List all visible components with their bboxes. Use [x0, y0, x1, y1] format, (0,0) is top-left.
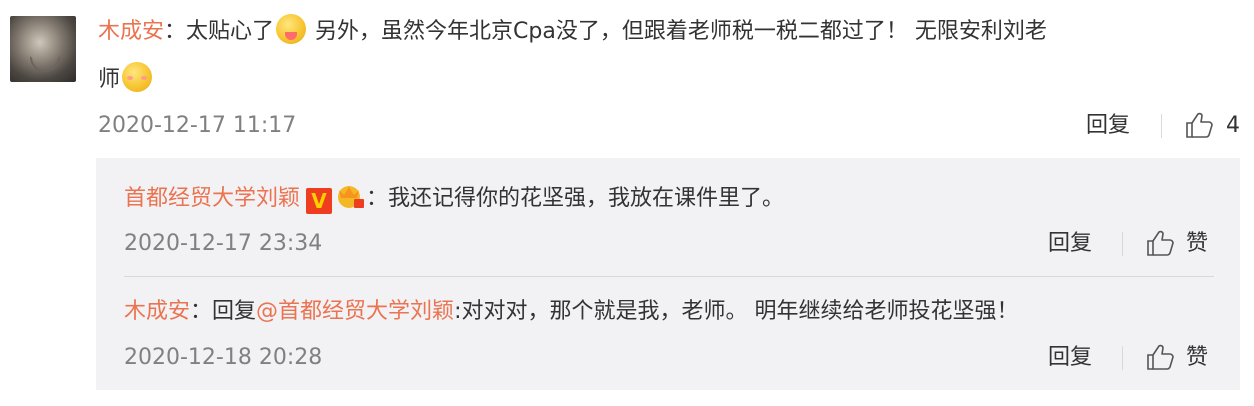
tongue-emoji-icon [276, 14, 307, 44]
action-separator [1122, 232, 1123, 256]
comment-text-part2: 另外，虽然今年北京Cpa没了，但跟着老师税一税二都过了！ 无限安利刘老 [308, 19, 1047, 44]
sub-reply-2-colon: ： [190, 299, 213, 324]
sub-reply-2-text: 木成安：回复@首都经贸大学刘颖:对对对，那个就是我，老师。 明年继续给老师投花坚… [124, 296, 1018, 328]
sub-reply-1-text: 首都经贸大学刘颖 V ：我还记得你的花坚强，我放在课件里了。 [124, 182, 784, 215]
thumbs-up-icon[interactable] [1184, 110, 1214, 140]
sub-reply-divider [124, 276, 1214, 277]
comment-text-line1: 木成安：太贴心了 另外，虽然今年北京Cpa没了，但跟着老师税一税二都过了！ 无限… [98, 14, 1047, 48]
sub-reply-2-prefix: 回复 [212, 299, 257, 324]
comment-text-line2: 师 [98, 62, 154, 96]
sub-reply-1-colon: ： [366, 186, 389, 211]
comment-text-part3: 师 [98, 67, 121, 92]
like-count: 4 [1226, 113, 1240, 138]
action-separator [1161, 114, 1162, 138]
thumbs-up-icon[interactable] [1145, 228, 1175, 258]
sub-reply-1-like-button[interactable]: 赞 [1186, 230, 1208, 258]
sub-reply-1-content: 我还记得你的花坚强，我放在课件里了。 [388, 186, 785, 211]
avatar-decoration [30, 56, 60, 72]
comment-reply-button[interactable]: 回复 [1086, 112, 1130, 140]
sub-reply-1-author[interactable]: 首都经贸大学刘颖 [124, 186, 300, 211]
avatar[interactable] [10, 16, 76, 82]
thumbs-up-icon[interactable] [1145, 342, 1175, 372]
sub-reply-1-time: 2020-12-17 23:34 [124, 231, 323, 256]
comment-author[interactable]: 木成安 [98, 19, 164, 44]
sub-reply-2-content: :对对对，那个就是我，老师。 明年继续给老师投花坚强！ [454, 299, 1019, 324]
sub-reply-1-reply-button[interactable]: 回复 [1048, 230, 1092, 258]
sub-reply-2-reply-button[interactable]: 回复 [1048, 344, 1092, 372]
action-separator [1122, 346, 1123, 370]
verified-badge-icon: V [306, 188, 333, 214]
shy-emoji-icon [122, 62, 153, 92]
comment-time: 2020-12-17 11:17 [98, 113, 297, 138]
comment-text-part1: 太贴心了 [186, 19, 275, 44]
sub-reply-2-mention[interactable]: @首都经贸大学刘颖 [256, 299, 454, 324]
sub-reply-2-like-button[interactable]: 赞 [1186, 344, 1208, 372]
comment-colon: ： [164, 19, 187, 44]
sub-reply-2-author[interactable]: 木成安 [124, 299, 190, 324]
sub-reply-2-time: 2020-12-18 20:28 [124, 345, 323, 370]
crown-badge-icon [338, 186, 365, 208]
